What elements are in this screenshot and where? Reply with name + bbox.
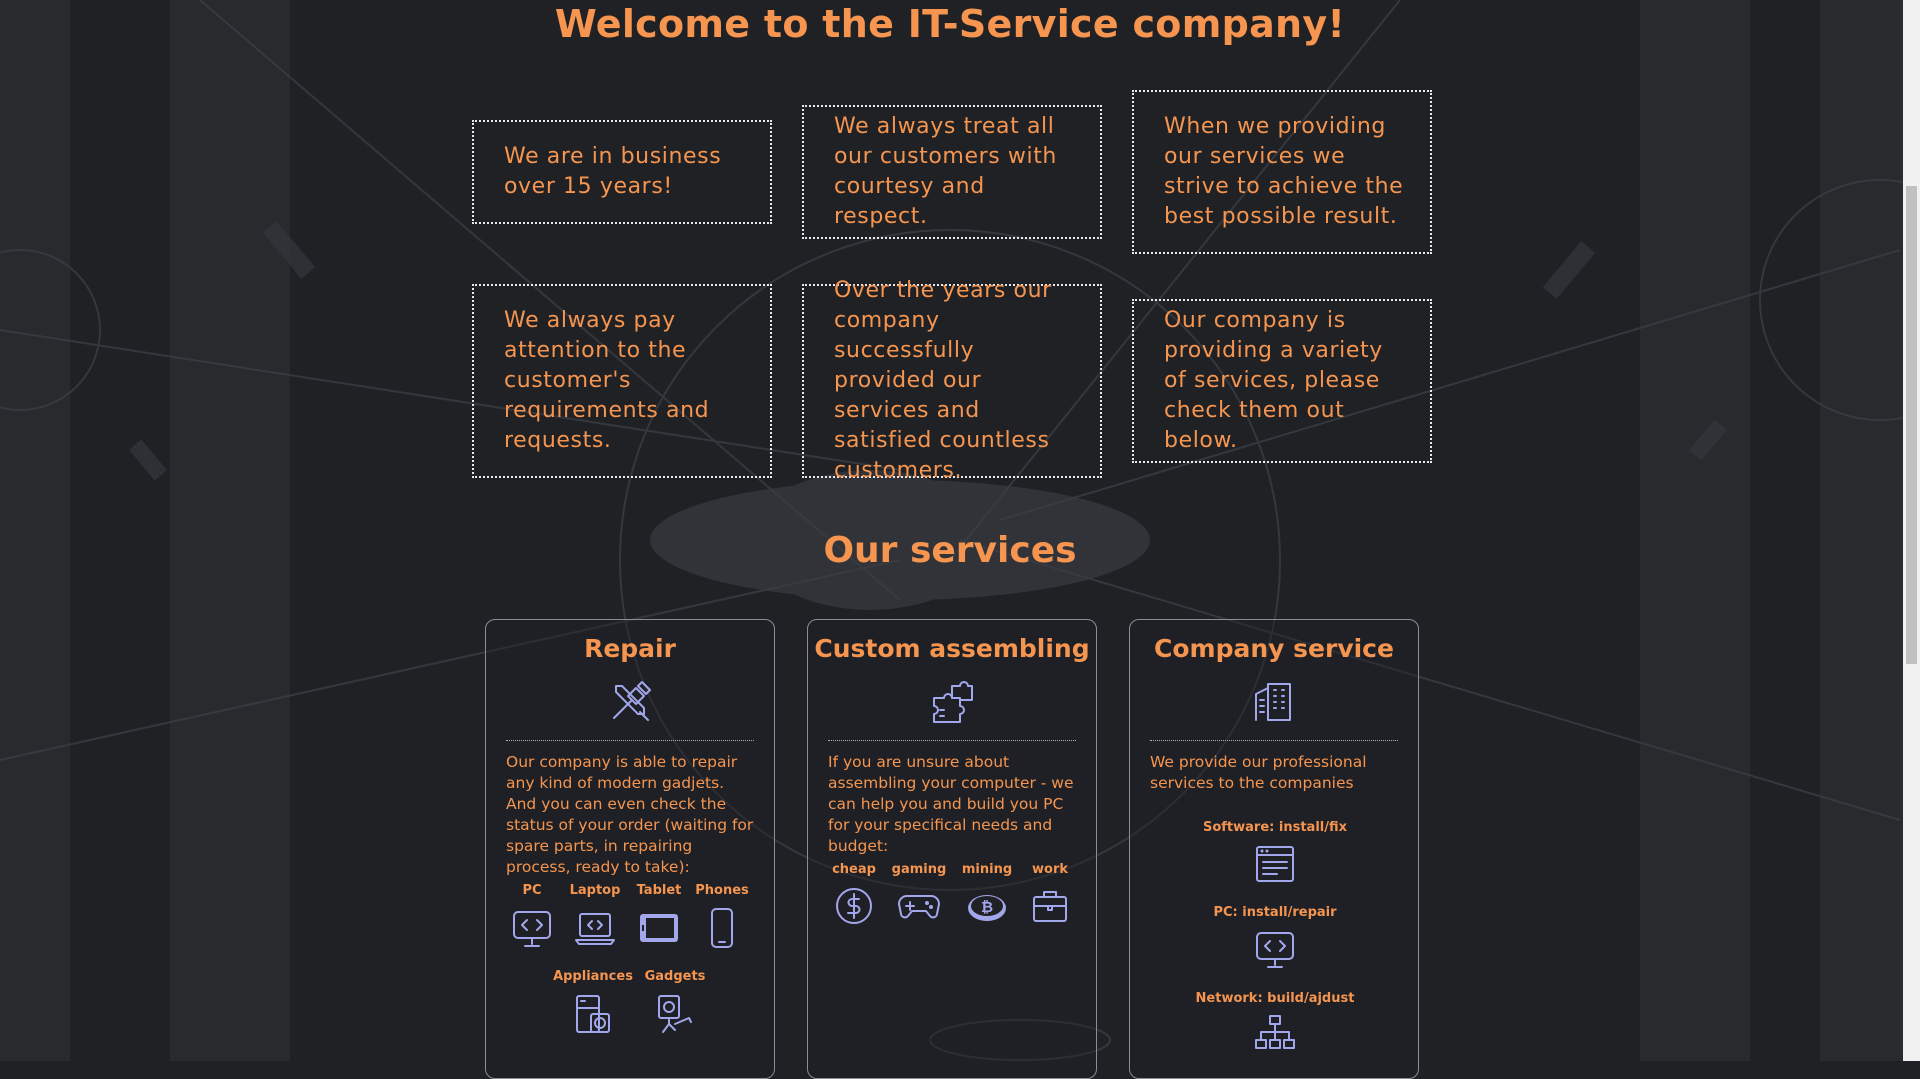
device-label-gadgets: Gadgets [644,969,706,984]
company-service-card: Company service We provide our professio… [1129,619,1419,1079]
company-item-label-network: Network: build/ajdust [1195,991,1355,1006]
phone-icon [711,908,733,948]
feature-text: We always treat all our customers with c… [834,114,1057,229]
dollar-coin-icon [836,888,872,924]
feature-box: We are in business over 15 years! [472,120,772,224]
card-divider [506,740,754,741]
feature-box: We always pay attention to the customer'… [472,284,772,478]
company-card-title: Company service [1154,634,1394,663]
device-label-appliances: Appliances [553,969,633,984]
feature-box: When we providing our services we strive… [1132,90,1432,254]
tablet-icon [640,914,678,942]
office-building-icon [1255,683,1291,721]
option-label-work: work [1032,862,1068,877]
security-camera-icon [658,995,692,1033]
welcome-heading: Welcome to the IT-Service company! [554,2,1346,46]
feature-text: We always pay attention to the customer'… [504,308,710,453]
software-window-icon [1256,846,1294,882]
device-label-phones: Phones [695,883,749,898]
company-item-label-software: Software: install/fix [1202,820,1347,835]
services-heading: Our services [823,530,1077,571]
monitor-code-icon [513,911,551,947]
briefcase-icon [1033,891,1067,922]
tools-icon [613,681,651,721]
feature-box: Over the years our company successfully … [802,278,1102,483]
repair-description: Our company is able to repair any kind o… [506,753,754,876]
svg-text:₿: ₿ [981,898,993,916]
feature-text: Over the years our company successfully … [834,278,1052,483]
gamepad-icon [898,895,940,919]
bitcoin-icon: ₿ [968,895,1006,921]
feature-text: We are in business over 15 years! [504,144,722,199]
company-description: We provide our professional services to … [1150,753,1367,792]
assembling-card-title: Custom assembling [814,634,1090,663]
network-icon [1255,1015,1295,1049]
card-divider [828,740,1076,741]
feature-text: When we providing our services we strive… [1164,114,1404,229]
scrollbar-thumb[interactable] [1906,186,1917,664]
laptop-code-icon [575,913,615,945]
feature-text: Our company is providing a variety of se… [1164,308,1383,453]
vertical-scrollbar[interactable] [1903,0,1920,1061]
company-item-label-pc: PC: install/repair [1213,905,1337,920]
monitor-code-icon [1256,932,1294,968]
card-divider [1150,740,1398,741]
appliances-icon [576,995,610,1033]
assembling-service-card: Custom assembling If you are unsure abou… [807,619,1097,1079]
feature-box: We always treat all our customers with c… [802,105,1102,239]
repair-service-card: Repair Our company is able to repair any… [485,619,775,1079]
repair-card-title: Repair [584,634,676,663]
puzzle-icon [933,681,973,723]
page-content: Welcome to the IT-Service company! We ar… [0,0,1900,1079]
assembling-description: If you are unsure about assembling your … [828,753,1074,855]
feature-box: Our company is providing a variety of se… [1132,299,1432,463]
